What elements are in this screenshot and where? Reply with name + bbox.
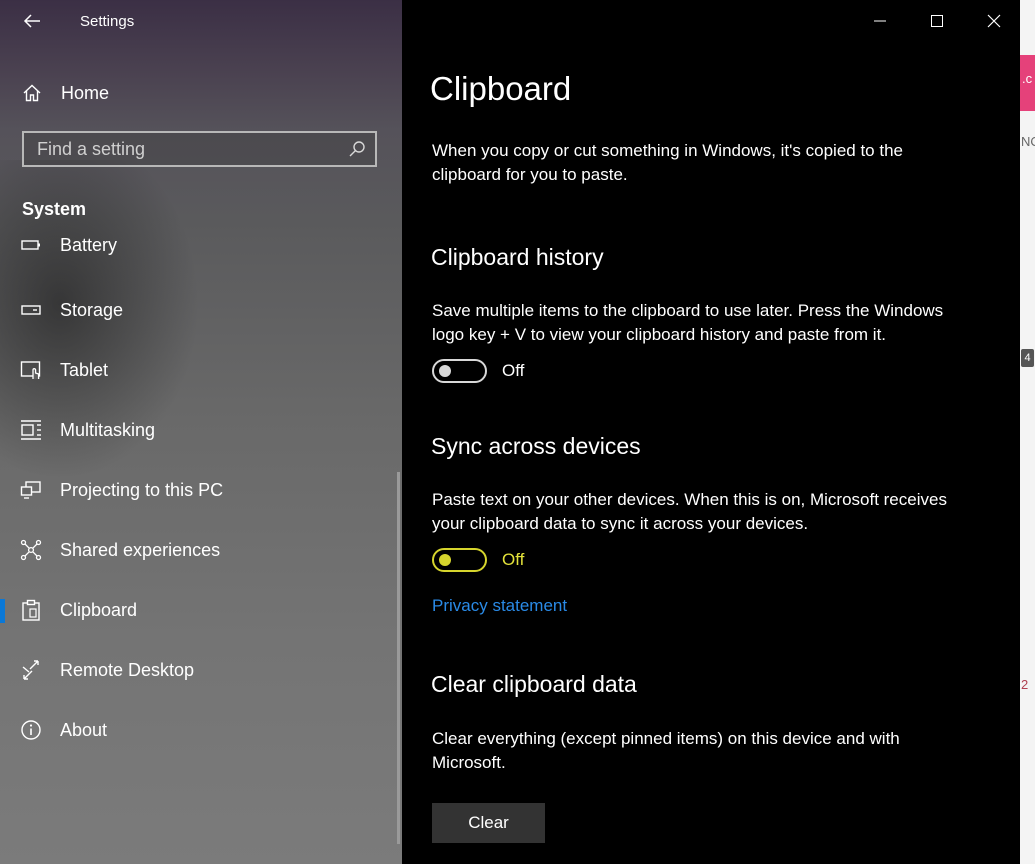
sidebar-item-label: Remote Desktop [60,659,195,680]
sidebar-item-tablet[interactable]: Tablet [0,345,396,395]
background-window-edge: .c NO 4 2 [1020,0,1035,864]
clipboard-history-title: Clipboard history [431,244,604,270]
battery-icon [20,234,42,256]
home-label: Home [61,82,110,103]
intro-text: When you copy or cut something in Window… [432,141,903,184]
remote-desktop-icon [20,659,42,681]
section-header-system: System [22,199,87,219]
sidebar-item-label: About [60,719,108,740]
maximize-button[interactable] [908,0,965,42]
sync-description: Paste text on your other devices. When t… [432,490,947,533]
home-icon [21,82,43,104]
back-button[interactable] [10,4,54,38]
sidebar-item-label: Clipboard [60,599,138,620]
clipboard-history-toggle[interactable] [432,359,487,383]
title-bar: Settings [0,0,402,44]
sidebar-item-about[interactable]: About [0,705,396,755]
maximize-icon [930,15,943,27]
close-icon [987,14,1000,28]
sidebar-item-battery[interactable]: Battery [0,230,396,270]
sidebar-item-label: Tablet [60,359,109,380]
multitasking-icon [20,419,42,441]
tablet-icon [20,359,42,381]
settings-window: Settings Home System Ba [0,0,1035,864]
app-title: Settings [80,13,135,30]
back-arrow-icon [23,14,40,28]
background-snippet: 2 [1021,677,1029,692]
clear-button[interactable]: Clear [432,803,545,843]
sidebar-item-label: Battery [60,234,118,255]
clear-clipboard-title: Clear clipboard data [431,671,637,697]
clipboard-history-toggle-row[interactable]: Off [432,359,524,383]
sidebar-item-label: Projecting to this PC [60,479,224,500]
close-button[interactable] [965,0,1022,42]
search-input[interactable] [24,137,347,161]
sidebar-item-projecting[interactable]: Projecting to this PC [0,465,396,515]
background-pink-tile: .c [1020,55,1035,111]
clear-clipboard-description: Clear everything (except pinned items) o… [432,729,900,772]
sync-toggle-state: Off [502,550,525,569]
sidebar-item-clipboard[interactable]: Clipboard [0,585,396,635]
minimize-icon [873,20,886,22]
active-indicator [0,599,5,623]
storage-icon [20,299,42,321]
privacy-statement-link[interactable]: Privacy statement [432,596,567,616]
clipboard-history-toggle-state: Off [502,361,525,380]
background-snippet: .c [1022,71,1033,86]
toggle-knob [439,365,451,377]
sidebar-item-label: Storage [60,299,124,320]
info-icon [20,719,42,741]
sidebar-item-label: Multitasking [60,419,156,440]
shared-experiences-icon [20,539,42,561]
background-badge: 4 [1021,349,1034,367]
toggle-knob [439,554,451,566]
projecting-icon [20,479,42,501]
page-title: Clipboard [430,70,572,107]
background-snippet: NO [1021,134,1035,149]
sidebar-item-storage[interactable]: Storage [0,285,396,335]
minimize-button[interactable] [851,0,908,42]
search-box[interactable] [22,131,377,167]
sidebar-scrollbar[interactable] [397,472,400,844]
sidebar-item-multitasking[interactable]: Multitasking [0,405,396,455]
sidebar-item-shared-experiences[interactable]: Shared experiences [0,525,396,575]
sidebar-item-remote-desktop[interactable]: Remote Desktop [0,645,396,695]
sync-toggle-row[interactable]: Off [432,548,524,572]
clipboard-history-description: Save multiple items to the clipboard to … [432,301,944,344]
clipboard-icon [20,599,42,621]
sync-toggle[interactable] [432,548,487,572]
sidebar: Settings Home System Ba [0,0,402,864]
sync-title: Sync across devices [431,433,641,459]
main-content: Clipboard When you copy or cut something… [402,0,1020,864]
search-icon[interactable] [347,139,367,159]
sidebar-item-home[interactable]: Home [0,72,402,114]
sidebar-nav-list: Battery Storage Tablet Multitasking Proj… [0,230,396,864]
sidebar-item-label: Shared experiences [60,539,221,560]
